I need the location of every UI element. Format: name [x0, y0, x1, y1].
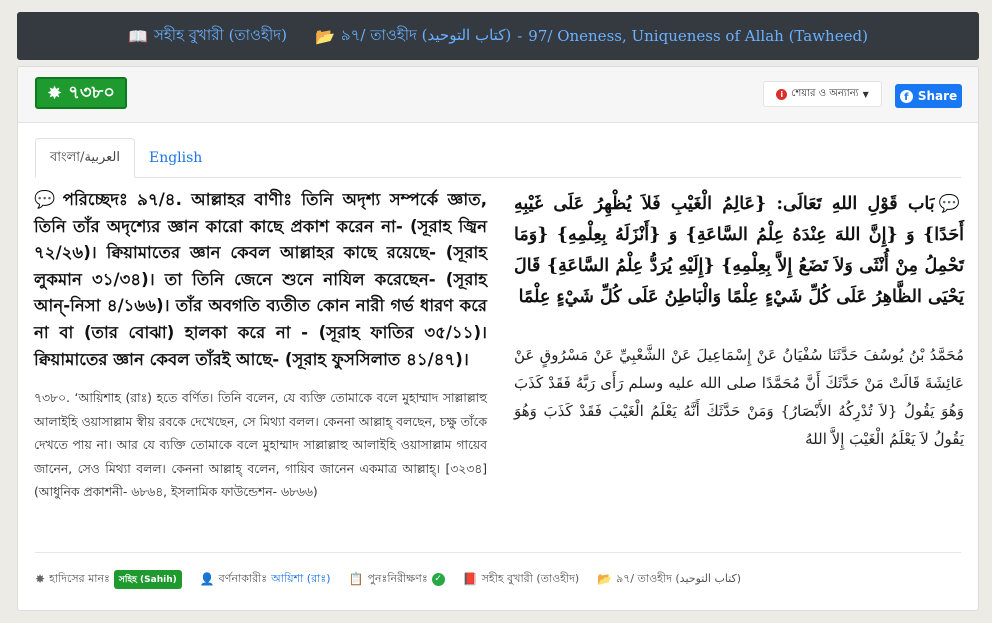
breadcrumb-bar: 📖 সহীহ বুখারী (তাওহীদ) 📂 ৯৭/ তাওহীদ (كتا…	[17, 12, 979, 60]
hadith-number-badge[interactable]: ✸ ৭৩৮০	[35, 77, 127, 109]
hadith-number-text: ৭৩৮০	[68, 81, 115, 103]
certificate-icon: ✸	[35, 572, 46, 586]
caret-down-icon: ▼	[862, 89, 869, 99]
book-item[interactable]: 📕 সহীহ বুখারী (তাওহীদ)	[463, 570, 579, 589]
book-reader-icon: 📖	[128, 26, 148, 46]
breadcrumb-chapter-en: 97/ Oneness, Uniqueness of Allah (Tawhee…	[528, 27, 868, 45]
breadcrumb-chapter-link[interactable]: 📂 ৯৭/ তাওহীদ (كتاب التوحيد) - 97/ Onenes…	[315, 24, 868, 49]
breadcrumb-dash: -	[517, 27, 523, 45]
folder-open-icon: 📂	[597, 572, 613, 586]
breadcrumb-book-text: সহীহ বুখারী (তাওহীদ)	[153, 25, 287, 44]
footer-chapter-text: ৯৭/ তাওহীদ (كتاب التوحيد)	[616, 571, 742, 585]
grade-label: হাদিসের মানঃ	[49, 571, 110, 585]
breadcrumb-book-link[interactable]: 📖 সহীহ বুখারী (তাওহীদ)	[128, 24, 287, 49]
share-and-more-dropdown[interactable]: i শেয়ার ও অন্যান্য ▼	[763, 81, 882, 107]
check-circle-icon: ✓	[431, 572, 445, 586]
arabic-hadith-text: مُحَمَّدُ بْنُ يُوسُفَ حَدَّثَنَا سُفْيَ…	[514, 346, 964, 448]
review-label: পুনঃনিরীক্ষণঃ	[367, 571, 428, 585]
arabic-column: 💬بَاب قَوْلِ اللهِ تَعَالَى: {عَالِمُ ال…	[514, 189, 964, 453]
folder-open-icon: 📂	[314, 26, 335, 46]
hadith-card: ✸ ৭৩৮০ i শেয়ার ও অন্যান্য ▼ f Share বাং…	[17, 66, 979, 611]
clipboard-check-icon: 📋	[348, 572, 364, 586]
narrator-label: বর্ণনাকারীঃ	[218, 571, 268, 585]
review-item: 📋 পুনঃনিরীক্ষণঃ ✓	[349, 570, 445, 589]
narrator-link[interactable]: আয়িশা (রাঃ)	[271, 570, 330, 589]
user-icon: 👤	[199, 572, 215, 586]
breadcrumb-chapter-bn: ৯৭/ তাওহীদ (كتاب التوحيد)	[340, 25, 512, 44]
language-tabs: বাংলা/العربية English	[35, 138, 961, 178]
grade-badge[interactable]: সহিহ (Sahih)	[113, 569, 182, 589]
bangla-chapter-text: পরিচ্ছেদঃ ৯৭/৪. আল্লাহর বাণীঃ তিনি অদৃশ্…	[34, 190, 487, 369]
facebook-icon: f	[899, 89, 913, 103]
chapter-item[interactable]: 📂 ৯৭/ তাওহীদ (كتاب التوحيد)	[597, 570, 741, 589]
tab-english[interactable]: English	[135, 138, 216, 178]
share-menu-label: শেয়ার ও অন্যান্য	[791, 87, 859, 99]
hadith-meta-footer: ✸ হাদিসের মানঃ সহিহ (Sahih) 👤 বর্ণনাকারী…	[35, 568, 965, 590]
footer-book-text: সহীহ বুখারী (তাওহীদ)	[481, 571, 580, 585]
footer-divider	[35, 552, 961, 553]
book-icon: 📕	[462, 572, 478, 586]
bangla-hadith-text: ৭৩৮০. ‘আয়িশাহ (রাঃ) হতে বর্ণিত। তিনি বল…	[34, 391, 487, 500]
facebook-share-button[interactable]: f Share	[895, 84, 962, 108]
bangla-column: 💬 পরিচ্ছেদঃ ৯৭/৪. আল্লাহর বাণীঃ তিনি অদৃশ…	[34, 187, 487, 505]
arabic-chapter-heading: 💬بَاب قَوْلِ اللهِ تَعَالَى: {عَالِمُ ال…	[514, 189, 964, 313]
grade-item: ✸ হাদিসের মানঃ সহিহ (Sahih)	[35, 569, 182, 589]
arabic-chapter-text: بَاب قَوْلِ اللهِ تَعَالَى: {عَالِمُ الْ…	[514, 194, 964, 307]
comment-dots-icon: 💬	[34, 190, 59, 210]
bangla-chapter-heading: 💬 পরিচ্ছেদঃ ৯৭/৪. আল্লাহর বাণীঃ তিনি অদৃশ…	[34, 187, 487, 373]
comment-dots-icon: 💬	[938, 194, 964, 214]
narrator-item: 👤 বর্ণনাকারীঃ আয়িশা (রাঃ)	[200, 570, 331, 589]
hadith-card-header: ✸ ৭৩৮০ i শেয়ার ও অন্যান্য ▼ f Share	[18, 67, 978, 123]
info-icon: i	[776, 88, 788, 100]
tab-bangla-arabic[interactable]: বাংলা/العربية	[35, 138, 135, 178]
facebook-share-label: Share	[917, 89, 958, 103]
badge-star-icon: ✸	[47, 82, 63, 104]
